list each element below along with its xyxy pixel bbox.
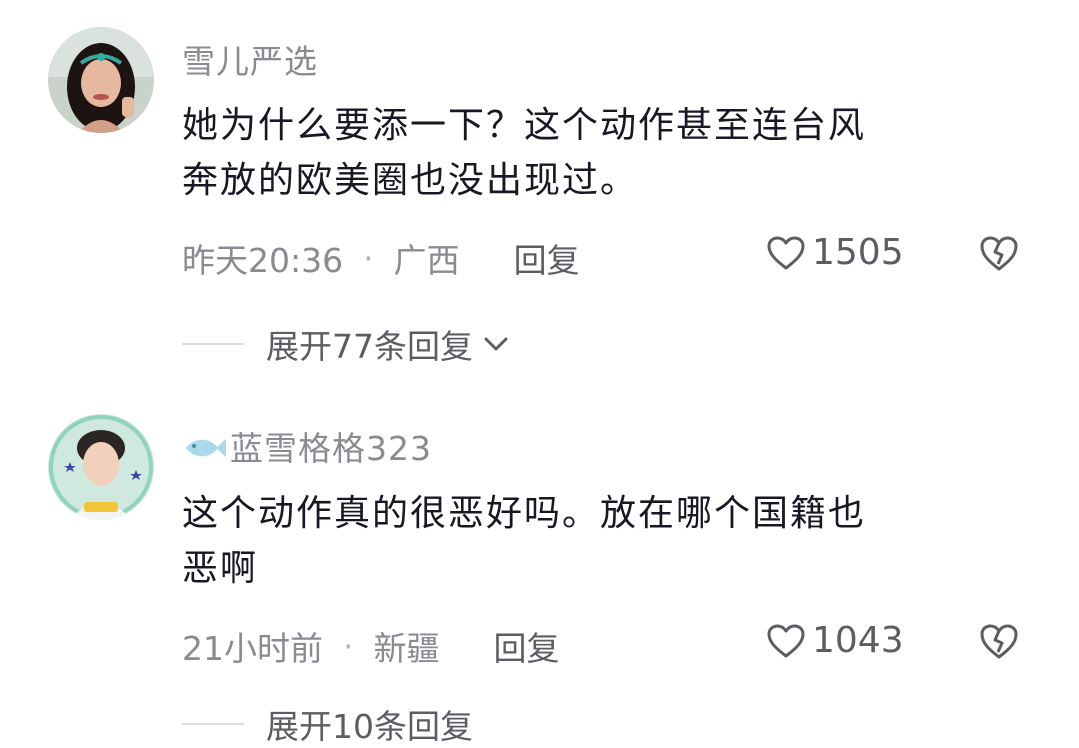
- avatar[interactable]: [48, 27, 154, 133]
- reply-button[interactable]: 回复: [514, 234, 580, 282]
- comment-text-line: 恶啊: [182, 548, 259, 589]
- like-button[interactable]: 1043: [766, 620, 904, 661]
- reply-button[interactable]: 回复: [494, 622, 560, 670]
- heart-outline-icon: [767, 624, 805, 657]
- divider-line: [182, 723, 244, 725]
- like-count: 1505: [812, 232, 904, 273]
- comment-location: 新疆: [373, 629, 440, 668]
- comment-time: 昨天20:36: [182, 241, 344, 280]
- comment-text-line: 奔放的欧美圈也没出现过。: [182, 160, 639, 201]
- comment-text-line: 她为什么要添一下？这个动作甚至连台风: [182, 105, 867, 146]
- comment-meta: 21小时前 · 新疆 回复: [182, 622, 560, 670]
- separator-dot: ·: [343, 626, 354, 666]
- expand-replies-label: 展开10条回复: [266, 707, 473, 746]
- avatar[interactable]: [48, 414, 154, 520]
- comment-text: 这个动作真的很恶好吗。放在哪个国籍也 恶啊: [182, 486, 1012, 596]
- like-button[interactable]: 1505: [766, 232, 904, 273]
- comment-location: 广西: [393, 241, 460, 280]
- comment-time: 21小时前: [182, 629, 323, 668]
- expand-replies-button[interactable]: 展开10条回复: [182, 700, 473, 748]
- username[interactable]: 雪儿严选: [182, 35, 318, 83]
- chevron-down-icon: [484, 337, 508, 351]
- separator-dot: ·: [363, 238, 374, 278]
- like-count: 1043: [812, 620, 904, 661]
- comment-text: 她为什么要添一下？这个动作甚至连台风 奔放的欧美圈也没出现过。: [182, 98, 1012, 208]
- divider-line: [182, 343, 244, 345]
- expand-replies-label: 展开77条回复: [266, 327, 473, 366]
- expand-replies-button[interactable]: 展开77条回复: [182, 320, 511, 368]
- comment-meta: 昨天20:36 · 广西 回复: [182, 234, 580, 282]
- heart-outline-icon: [767, 236, 805, 269]
- broken-heart-icon[interactable]: [978, 234, 1020, 272]
- username[interactable]: 蓝雪格格323: [182, 422, 432, 470]
- fish-icon: [186, 439, 226, 457]
- broken-heart-icon[interactable]: [978, 622, 1020, 660]
- comment-text-line: 这个动作真的很恶好吗。放在哪个国籍也: [182, 493, 867, 534]
- username-text: 蓝雪格格323: [230, 429, 432, 468]
